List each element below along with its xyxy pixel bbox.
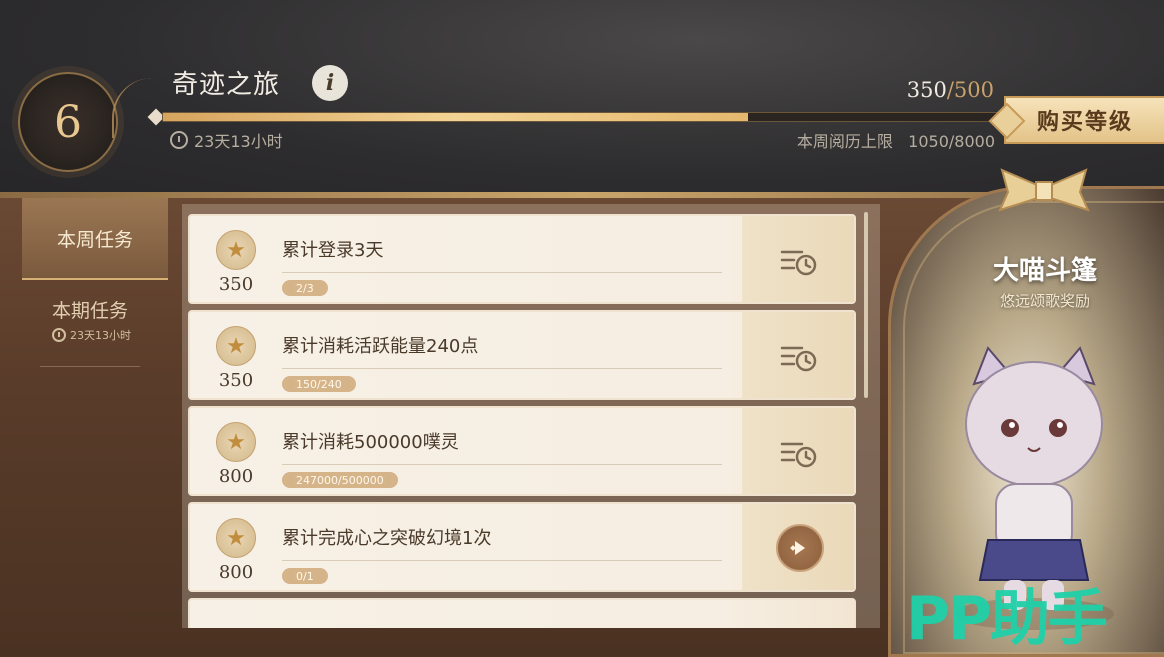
double-star-icon: ★ — [216, 230, 256, 270]
task-points: 800 — [218, 562, 254, 583]
double-star-icon: ★ — [216, 326, 256, 366]
level-progress-bar — [162, 112, 1000, 122]
go-button[interactable] — [776, 524, 824, 572]
season-timer-text: 23天13小时 — [194, 132, 283, 151]
task-points: 350 — [218, 274, 254, 295]
page-title: 奇迹之旅 — [172, 70, 281, 100]
stopwatch-icon — [52, 328, 66, 342]
double-star-icon: ★ — [216, 518, 256, 558]
tab-period-timer: 23天13小时 — [52, 327, 168, 343]
arrow-right-icon — [790, 541, 805, 555]
weekly-limit: 本周阅历上限 1050/8000 — [770, 128, 995, 152]
tab-period-tasks[interactable]: 本期任务 23天13小时 — [22, 296, 168, 366]
buy-level-label: 购买等级 — [1036, 110, 1133, 135]
buy-level-button[interactable]: 购买等级 — [1004, 96, 1164, 144]
task-card — [188, 598, 856, 628]
tab-period-timer-text: 23天13小时 — [70, 329, 131, 342]
list-clock-icon — [780, 250, 817, 276]
task-title: 累计登录3天 — [282, 240, 384, 261]
season-timer: 23天13小时 — [170, 128, 283, 152]
task-divider — [282, 560, 722, 561]
task-divider — [282, 272, 722, 273]
reward-name: 大喵斗篷 — [992, 256, 1097, 286]
task-card: ★ 800 累计消耗500000噗灵 247000/500000 — [188, 406, 856, 496]
task-progress: 0/1 — [282, 568, 328, 584]
task-title: 累计消耗500000噗灵 — [282, 432, 459, 453]
level-number: 6 — [54, 96, 82, 148]
task-card: ★ 350 累计消耗活跃能量240点 150/240 — [188, 310, 856, 400]
task-divider — [282, 368, 722, 369]
task-tabs: 本周任务 本期任务 23天13小时 — [0, 198, 172, 657]
task-points: 800 — [218, 466, 254, 487]
task-card: ★ 350 累计登录3天 2/3 — [188, 214, 856, 304]
xp-current: 350 — [906, 78, 947, 102]
double-star-icon: ★ — [216, 422, 256, 462]
task-list[interactable]: ★ 350 累计登录3天 2/3 ★ 350 累计消耗活跃能量240点 150/… — [182, 204, 880, 628]
tab-period-label: 本期任务 — [52, 300, 129, 322]
task-progress: 150/240 — [282, 376, 356, 392]
bow-decoration — [998, 168, 1090, 212]
tab-weekly-tasks[interactable]: 本周任务 — [22, 198, 168, 280]
list-clock-icon — [780, 442, 817, 468]
task-progress: 2/3 — [282, 280, 328, 296]
watermark: PP助手 — [906, 584, 1108, 654]
list-clock-icon — [780, 346, 817, 372]
task-title: 累计完成心之突破幻境1次 — [282, 528, 492, 549]
tab-divider — [40, 366, 140, 367]
task-list-scrollbar[interactable] — [864, 212, 868, 398]
task-card: ★ 800 累计完成心之突破幻境1次 0/1 — [188, 502, 856, 592]
task-progress: 247000/500000 — [282, 472, 398, 488]
level-badge: 6 — [18, 72, 118, 172]
task-divider — [282, 464, 722, 465]
stopwatch-icon — [170, 131, 188, 149]
info-icon[interactable]: i — [312, 65, 348, 101]
level-progress-fill — [163, 113, 749, 121]
weekly-limit-value: 1050/8000 — [908, 132, 995, 151]
task-title: 累计消耗活跃能量240点 — [282, 336, 479, 357]
xp-max: /500 — [946, 78, 994, 102]
task-points: 350 — [218, 370, 254, 391]
tab-weekly-label: 本周任务 — [56, 228, 133, 251]
xp-readout: 350/500 — [900, 78, 994, 102]
reward-subtitle: 悠远颂歌奖励 — [999, 292, 1090, 310]
weekly-limit-label: 本周阅历上限 — [796, 132, 893, 151]
